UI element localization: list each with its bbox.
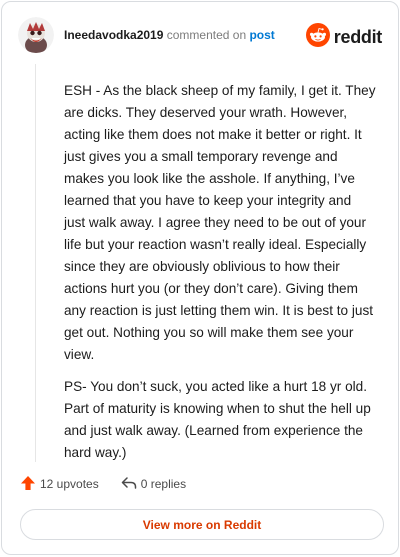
thread-line	[35, 64, 36, 462]
reply-arrow-icon	[121, 475, 137, 494]
comment-meta: Ineedavodka2019 commented on post	[64, 17, 275, 53]
comment-embed-card: Ineedavodka2019 commented on post reddit	[1, 1, 399, 555]
upvotes-stat[interactable]: 12 upvotes	[20, 475, 99, 494]
username-link[interactable]: Ineedavodka2019	[64, 28, 163, 42]
reddit-wordmark: reddit	[333, 27, 383, 47]
upvotes-count: 12 upvotes	[40, 477, 99, 491]
comment-body: ESH - As the black sheep of my family, I…	[64, 80, 376, 474]
view-more-on-reddit-button[interactable]: View more on Reddit	[20, 509, 384, 540]
replies-stat[interactable]: 0 replies	[121, 475, 186, 494]
avatar-icon[interactable]	[18, 17, 54, 53]
reddit-logo-icon	[305, 23, 330, 52]
comment-header: Ineedavodka2019 commented on post reddit	[18, 17, 382, 53]
reddit-brand[interactable]: reddit	[305, 23, 383, 52]
comment-footer: 12 upvotes 0 replies	[20, 473, 208, 495]
upvote-arrow-icon	[20, 475, 36, 494]
replies-count: 0 replies	[140, 477, 187, 491]
post-link[interactable]: post	[249, 28, 274, 42]
comment-paragraph-1: ESH - As the black sheep of my family, I…	[64, 83, 376, 362]
commented-on-text: commented on	[163, 28, 250, 42]
comment-paragraph-2: PS- You don’t suck, you acted like a hur…	[64, 379, 371, 460]
